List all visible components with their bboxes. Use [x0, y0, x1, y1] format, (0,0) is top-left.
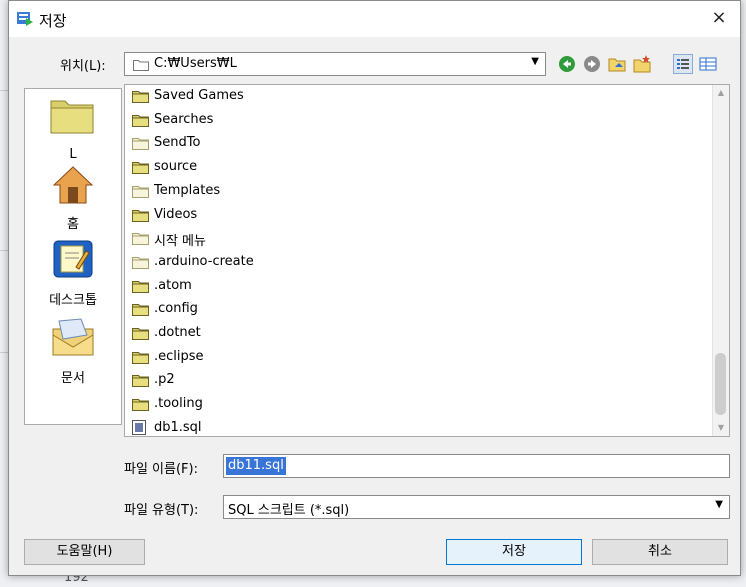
list-item[interactable]: Templates: [127, 180, 687, 202]
chevron-down-icon[interactable]: ▼: [531, 56, 539, 67]
filename-value: db11.sql: [226, 457, 286, 475]
vertical-scrollbar[interactable]: ▲ ▼: [712, 85, 729, 436]
filename-label: 파일 이름(F):: [124, 462, 198, 477]
file-name: .p2: [154, 372, 175, 388]
place-label: 문서: [61, 371, 85, 386]
list-item[interactable]: db1.sql: [127, 417, 687, 436]
location-path: C:₩Users₩L: [154, 56, 237, 71]
title-bar: 저장 ×: [9, 1, 740, 37]
filetype-select[interactable]: SQL 스크립트 (*.sql) ▼: [223, 495, 730, 519]
close-icon[interactable]: ×: [708, 7, 730, 29]
chevron-down-icon[interactable]: ▼: [715, 499, 723, 510]
filetype-value: SQL 스크립트 (*.sql): [228, 503, 350, 518]
file-name: Searches: [154, 111, 214, 127]
new-folder-icon[interactable]: [632, 54, 652, 74]
list-view-icon[interactable]: [673, 54, 693, 74]
desktop-icon: [53, 240, 93, 278]
back-icon[interactable]: [557, 54, 577, 74]
folder-icon: [132, 138, 149, 151]
file-name: Videos: [154, 206, 198, 222]
user-folder-icon: [50, 100, 94, 134]
filetype-label: 파일 유형(T):: [124, 503, 199, 518]
save-dialog: 저장 × 위치(L): C:₩Users₩L ▼ L 홈 데스크톱 문서 Sav…: [8, 0, 741, 576]
folder-icon: [132, 304, 149, 317]
scrollbar-thumb[interactable]: [715, 353, 726, 415]
app-icon: [17, 12, 33, 26]
place-label: L: [69, 147, 77, 162]
file-name: .atom: [154, 277, 192, 293]
list-item[interactable]: Saved Games: [127, 85, 687, 107]
folder-icon: [132, 185, 149, 198]
filename-input[interactable]: db11.sql: [223, 454, 730, 478]
sql-file-icon: [132, 419, 146, 435]
file-name: .dotnet: [154, 325, 201, 340]
list-item[interactable]: .p2: [127, 369, 687, 391]
folder-icon: [132, 162, 149, 175]
folder-icon: [132, 114, 149, 127]
list-item[interactable]: SendTo: [127, 132, 687, 154]
up-folder-icon[interactable]: [607, 54, 627, 74]
place-label: 데스크톱: [49, 293, 97, 308]
cancel-button[interactable]: 취소: [592, 539, 728, 565]
save-button[interactable]: 저장: [446, 539, 582, 565]
documents-icon: [52, 318, 94, 356]
list-item[interactable]: .atom: [127, 275, 687, 297]
folder-icon: [132, 375, 149, 388]
folder-icon: [132, 209, 149, 222]
list-item[interactable]: 시작 메뉴: [127, 227, 687, 249]
file-name: SendTo: [154, 135, 201, 151]
list-item[interactable]: .arduino-create: [127, 251, 687, 273]
folder-icon: [132, 91, 149, 103]
file-name: .config: [154, 301, 198, 317]
file-name: db1.sql: [154, 419, 202, 435]
folder-icon: [132, 256, 149, 269]
file-name: .tooling: [154, 396, 203, 412]
folder-icon: [132, 328, 149, 340]
folder-icon: [132, 280, 149, 293]
dialog-title: 저장: [39, 12, 67, 30]
folder-icon: [132, 233, 149, 246]
list-item[interactable]: Videos: [127, 204, 687, 226]
details-view-icon[interactable]: [698, 54, 718, 74]
list-item[interactable]: .tooling: [127, 393, 687, 415]
file-name: .arduino-create: [154, 253, 254, 269]
file-name: .eclipse: [154, 348, 204, 364]
location-label: 위치(L):: [60, 59, 106, 74]
help-button[interactable]: 도움말(H): [24, 539, 145, 565]
file-name: 시작 메뉴: [154, 234, 206, 250]
file-name: source: [154, 159, 198, 175]
folder-icon: [133, 60, 149, 71]
list-item[interactable]: .config: [127, 298, 687, 320]
scroll-down-icon[interactable]: ▼: [713, 420, 729, 436]
home-icon: [52, 166, 94, 204]
list-item[interactable]: .eclipse: [127, 346, 687, 368]
file-list[interactable]: Saved Games Searches SendTo source Templ…: [124, 84, 730, 437]
folder-icon: [132, 351, 149, 364]
location-combobox[interactable]: C:₩Users₩L ▼: [124, 52, 546, 76]
list-item[interactable]: source: [127, 156, 687, 178]
place-label: 홈: [67, 217, 79, 232]
list-item[interactable]: Searches: [127, 109, 687, 131]
folder-icon: [132, 399, 149, 412]
file-name: Saved Games: [154, 88, 244, 103]
forward-icon[interactable]: [582, 54, 602, 74]
dialog-body: 위치(L): C:₩Users₩L ▼ L 홈 데스크톱 문서 Saved Ga…: [9, 37, 740, 575]
scroll-up-icon[interactable]: ▲: [713, 85, 729, 101]
file-name: Templates: [154, 182, 221, 198]
list-item[interactable]: .dotnet: [127, 322, 687, 344]
places-sidebar: L 홈 데스크톱 문서: [24, 88, 122, 425]
